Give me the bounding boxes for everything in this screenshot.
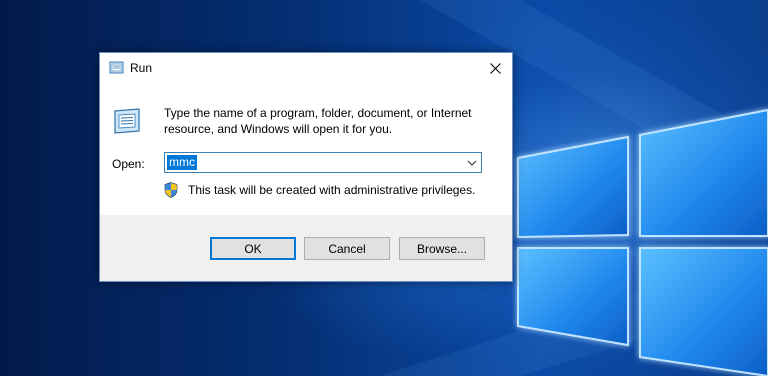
open-label: Open: xyxy=(112,157,145,171)
dialog-footer: OK Cancel Browse... xyxy=(100,215,512,281)
desktop-background: Run Type the name of a program, folder, … xyxy=(0,0,768,376)
dialog-body: Type the name of a program, folder, docu… xyxy=(100,83,512,215)
close-icon xyxy=(489,62,501,74)
ok-button[interactable]: OK xyxy=(210,237,296,260)
run-icon xyxy=(109,61,124,74)
open-combobox[interactable]: mmc xyxy=(164,152,482,173)
admin-privileges-note: This task will be created with administr… xyxy=(188,183,476,197)
title-bar[interactable]: Run xyxy=(100,53,512,83)
dialog-description: Type the name of a program, folder, docu… xyxy=(164,106,472,136)
cancel-button[interactable]: Cancel xyxy=(304,237,390,260)
open-input[interactable]: mmc xyxy=(167,155,197,170)
dialog-title: Run xyxy=(130,61,153,75)
run-dialog: Run Type the name of a program, folder, … xyxy=(99,52,513,282)
uac-shield-icon xyxy=(164,182,178,198)
run-icon-large xyxy=(114,108,140,134)
browse-button[interactable]: Browse... xyxy=(399,237,485,260)
chevron-down-icon[interactable] xyxy=(466,157,478,169)
close-button[interactable] xyxy=(478,53,512,83)
